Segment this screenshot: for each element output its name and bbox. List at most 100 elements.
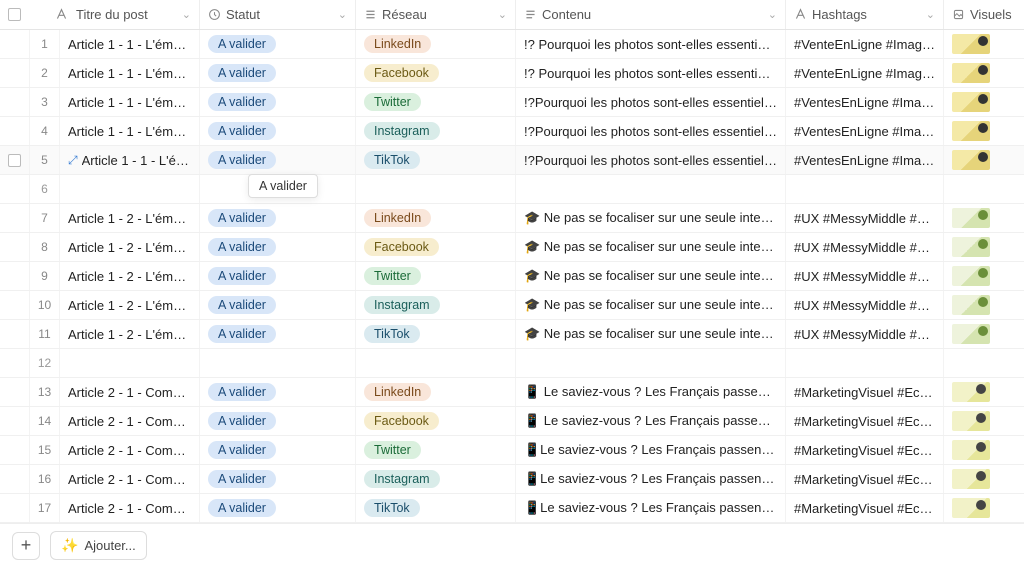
row-checkbox-cell[interactable] [0, 175, 30, 203]
cell-content[interactable]: 🎓 Ne pas se focaliser sur une seule inte… [516, 320, 786, 348]
cell-status[interactable]: A valider [200, 378, 356, 406]
row-checkbox-cell[interactable] [0, 378, 30, 406]
cell-visuals[interactable] [944, 175, 1024, 203]
cell-content[interactable]: 🎓 Ne pas se focaliser sur une seule inte… [516, 291, 786, 319]
cell-title[interactable] [60, 349, 200, 377]
cell-title[interactable]: Article 1 - 1 - L'émotio... [60, 30, 200, 58]
row-checkbox-cell[interactable] [0, 291, 30, 319]
status-pill[interactable]: A valider [208, 122, 276, 140]
cell-status[interactable]: A valider [200, 465, 356, 493]
cell-content[interactable]: !?Pourquoi les photos sont-elles essenti… [516, 146, 786, 174]
cell-network[interactable]: TikTok [356, 320, 516, 348]
row-checkbox-cell[interactable] [0, 262, 30, 290]
table-row[interactable]: 10Article 1 - 2 - L'émotio...A validerIn… [0, 291, 1024, 320]
row-checkbox[interactable] [8, 154, 21, 167]
cell-hashtags[interactable]: #MarketingVisuel #Ecom... [786, 436, 944, 464]
cell-visuals[interactable] [944, 494, 1024, 522]
status-pill[interactable]: A valider [208, 325, 276, 343]
cell-content[interactable]: !?Pourquoi les photos sont-elles essenti… [516, 88, 786, 116]
cell-visuals[interactable] [944, 436, 1024, 464]
cell-hashtags[interactable]: #MarketingVisuel #Ecom... [786, 494, 944, 522]
network-chip[interactable]: Instagram [364, 122, 440, 140]
row-checkbox-cell[interactable] [0, 436, 30, 464]
network-chip[interactable]: TikTok [364, 499, 420, 517]
cell-status[interactable]: A valider [200, 146, 356, 174]
visual-thumbnail[interactable] [952, 208, 990, 228]
cell-visuals[interactable] [944, 262, 1024, 290]
cell-title[interactable]: Article 1 - 1 - L'émotio... [60, 88, 200, 116]
cell-network[interactable] [356, 349, 516, 377]
cell-content[interactable]: 🎓 Ne pas se focaliser sur une seule inte… [516, 233, 786, 261]
network-chip[interactable]: Twitter [364, 93, 421, 111]
cell-status[interactable]: A valider [200, 494, 356, 522]
cell-status[interactable]: A valider [200, 30, 356, 58]
network-chip[interactable]: Twitter [364, 267, 421, 285]
cell-hashtags[interactable]: #VentesEnLigne #Image ... [786, 88, 944, 116]
row-checkbox-cell[interactable] [0, 494, 30, 522]
cell-title[interactable]: Article 2 - 1 - Comme... [60, 378, 200, 406]
cell-status[interactable]: A valider [200, 204, 356, 232]
cell-content[interactable]: 📱 Le saviez-vous ? Les Français passent … [516, 378, 786, 406]
status-pill[interactable]: A valider [208, 499, 276, 517]
table-row[interactable]: 11Article 1 - 2 - L'émotio...A validerTi… [0, 320, 1024, 349]
cell-status[interactable]: A valider [200, 88, 356, 116]
col-header-content[interactable]: Contenu ⌄ [516, 0, 786, 29]
cell-content[interactable]: 📱 Le saviez-vous ? Les Français passent … [516, 407, 786, 435]
cell-status[interactable] [200, 349, 356, 377]
table-row[interactable]: 9Article 1 - 2 - L'émotio...A validerTwi… [0, 262, 1024, 291]
cell-visuals[interactable] [944, 117, 1024, 145]
table-row[interactable]: 7Article 1 - 2 - L'émotio...A validerLin… [0, 204, 1024, 233]
cell-content[interactable]: !?Pourquoi les photos sont-elles essenti… [516, 117, 786, 145]
row-checkbox-cell[interactable] [0, 59, 30, 87]
cell-content[interactable]: 🎓 Ne pas se focaliser sur une seule inte… [516, 262, 786, 290]
visual-thumbnail[interactable] [952, 324, 990, 344]
cell-hashtags[interactable] [786, 175, 944, 203]
status-pill[interactable]: A valider [208, 441, 276, 459]
expand-icon[interactable]: ⤢ [68, 153, 78, 168]
row-checkbox-cell[interactable] [0, 146, 30, 174]
cell-title[interactable]: Article 1 - 2 - L'émotio... [60, 291, 200, 319]
table-row[interactable]: 6 [0, 175, 1024, 204]
table-row[interactable]: 4Article 1 - 1 - L'émotio...A validerIns… [0, 117, 1024, 146]
status-pill[interactable]: A valider [208, 383, 276, 401]
table-row[interactable]: 2Article 1 - 1 - L'émotio...A validerFac… [0, 59, 1024, 88]
network-chip[interactable]: Facebook [364, 64, 439, 82]
cell-status[interactable]: A valider [200, 407, 356, 435]
visual-thumbnail[interactable] [952, 150, 990, 170]
col-header-network[interactable]: Réseau ⌄ [356, 0, 516, 29]
cell-hashtags[interactable]: #UX #MessyMiddle #Parc... [786, 291, 944, 319]
visual-thumbnail[interactable] [952, 63, 990, 83]
cell-status[interactable]: A valider [200, 291, 356, 319]
cell-title[interactable]: Article 2 - 1 - Comme... [60, 407, 200, 435]
cell-network[interactable]: Instagram [356, 117, 516, 145]
cell-hashtags[interactable]: #MarketingVisuel #Ecom... [786, 465, 944, 493]
cell-content[interactable]: 🎓 Ne pas se focaliser sur une seule inte… [516, 204, 786, 232]
add-row-button[interactable]: + [12, 532, 40, 560]
cell-status[interactable]: A valider [200, 117, 356, 145]
visual-thumbnail[interactable] [952, 295, 990, 315]
cell-hashtags[interactable]: #MarketingVisuel #Ecom... [786, 407, 944, 435]
cell-hashtags[interactable]: #MarketingVisuel #Ecom... [786, 378, 944, 406]
cell-title[interactable]: Article 1 - 2 - L'émotio... [60, 320, 200, 348]
status-pill[interactable]: A valider [208, 470, 276, 488]
cell-network[interactable]: TikTok [356, 494, 516, 522]
cell-title[interactable]: Article 2 - 1 - Comme... [60, 465, 200, 493]
status-pill[interactable]: A valider [208, 412, 276, 430]
table-row[interactable]: 13Article 2 - 1 - Comme...A validerLinke… [0, 378, 1024, 407]
col-header-visuals[interactable]: Visuels [944, 0, 1024, 29]
cell-title[interactable]: Article 2 - 1 - Comme... [60, 494, 200, 522]
status-pill[interactable]: A valider [208, 93, 276, 111]
cell-title[interactable]: Article 2 - 1 - Comme... [60, 436, 200, 464]
network-chip[interactable]: Instagram [364, 296, 440, 314]
row-checkbox-cell[interactable] [0, 407, 30, 435]
cell-title[interactable]: Article 1 - 2 - L'émotio... [60, 204, 200, 232]
cell-network[interactable]: LinkedIn [356, 378, 516, 406]
cell-visuals[interactable] [944, 465, 1024, 493]
cell-visuals[interactable] [944, 407, 1024, 435]
select-all-checkbox[interactable] [8, 8, 21, 21]
table-row[interactable]: 14Article 2 - 1 - Comme...A validerFaceb… [0, 407, 1024, 436]
table-row[interactable]: 1Article 1 - 1 - L'émotio...A validerLin… [0, 30, 1024, 59]
cell-network[interactable]: Facebook [356, 407, 516, 435]
cell-hashtags[interactable]: #UX #MessyMiddle #Parc... [786, 262, 944, 290]
status-pill[interactable]: A valider [208, 267, 276, 285]
